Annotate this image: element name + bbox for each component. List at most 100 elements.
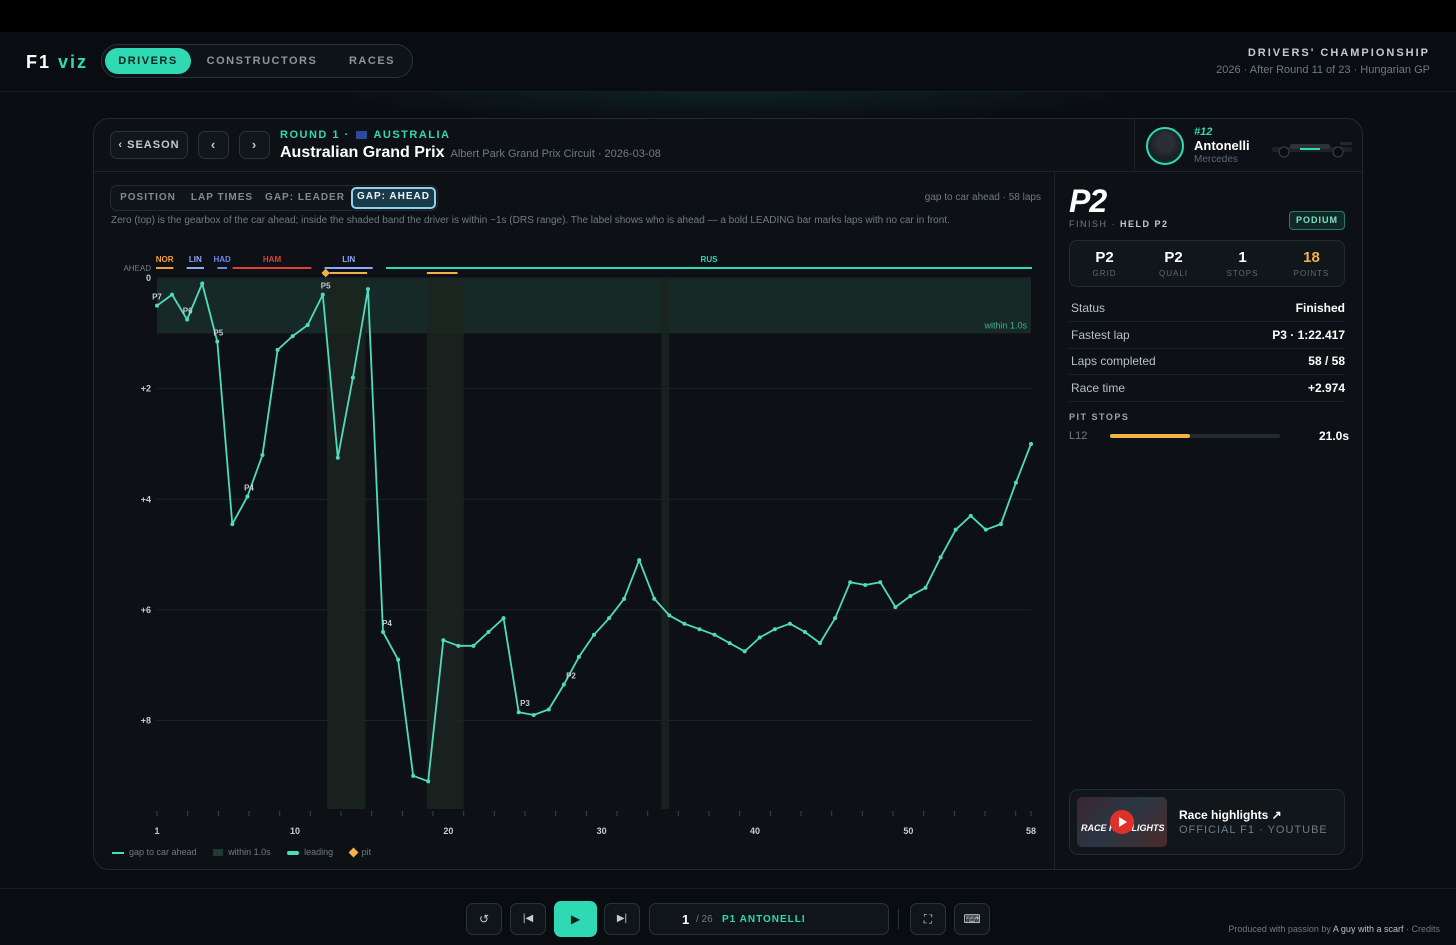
main-nav: DRIVERS CONSTRUCTORS RACES [101,44,413,78]
finish-label: FINISH · HELD P2 [1069,219,1169,229]
avatar [1146,127,1184,165]
legend-leading: leading [304,847,334,857]
gap-point [968,513,973,518]
ahead-label: HAM [263,255,282,264]
gap-point [546,707,551,712]
highlights-title[interactable]: Race highlights ↗ [1179,808,1282,822]
position-label: P3 [520,699,530,708]
nav-constructors[interactable]: CONSTRUCTORS [197,48,327,74]
highlights-thumbnail[interactable]: RACE HIGHLIGHTS [1077,797,1167,847]
gap-point [863,582,868,587]
pit-marker [321,268,330,278]
gap-point [260,453,265,457]
australia-flag-icon [356,131,368,140]
x-tick-label: 40 [750,826,760,836]
logo[interactable]: F1 viz [26,52,88,73]
gap-point [637,558,642,563]
y-tick-label: +6 [141,605,151,615]
pit-stops-title: PIT STOPS [1069,412,1130,422]
gap-point [682,621,687,626]
gap-point [848,580,853,585]
gap-point [622,596,627,601]
gap-point [742,649,747,654]
gap-point [1029,441,1033,446]
gap-point [908,594,913,599]
x-tick-label: 10 [290,826,300,836]
gap-point [893,605,898,610]
fullscreen-button[interactable]: ⛶ [910,903,946,935]
prev-race-button[interactable]: ‹ [198,131,229,159]
nav-races[interactable]: RACES [334,48,410,74]
legend-pit-icon [348,847,359,858]
x-tick-label: 50 [903,826,913,836]
position-label: P2 [566,672,576,681]
gap-point [185,317,190,322]
step-forward-icon: ▶| [616,913,628,924]
restart-button[interactable]: ↺ [466,903,502,935]
gap-point [381,630,386,634]
gap-point [802,630,807,634]
credits-link[interactable]: · Credits [1406,924,1440,934]
gap-point [396,657,401,662]
gap-point [983,527,988,532]
season-button[interactable]: ‹ SEASON [110,131,188,159]
gap-point [576,654,581,659]
gap-point [878,580,883,585]
race-highlights-card[interactable]: RACE HIGHLIGHTS Race highlights ↗ OFFICI… [1069,789,1345,855]
gap-point [561,682,566,687]
championship-title: DRIVERS' CHAMPIONSHIP [1247,47,1430,59]
legend-gap: gap to car ahead [129,847,197,857]
highlights-subtitle: OFFICIAL F1 · YOUTUBE [1179,824,1328,836]
y-axis-top-label: AHEAD [123,264,151,273]
current-step: 1 [682,912,690,927]
youtube-play-icon[interactable] [1110,810,1134,834]
tab-lap-times[interactable]: LAP TIMES [187,188,257,208]
position-label: P6 [183,306,193,315]
x-tick-label: 1 [154,826,159,836]
driver-header: #12 Antonelli Mercedes [1146,125,1356,167]
tab-gap-leader[interactable]: GAP: LEADER [263,188,347,208]
legend-pit: pit [361,847,372,857]
keyboard-button[interactable]: ⌨ [954,903,990,935]
ahead-label: LIN [189,255,202,264]
gap-point [290,334,295,339]
play-icon: ▶ [570,912,581,926]
total-steps: / 26 [696,914,713,925]
tab-gap-ahead[interactable]: GAP: AHEAD [351,187,436,209]
stat-stops: 1 STOPS [1226,249,1259,278]
driver-name: Antonelli [1194,138,1250,153]
gap-point [727,641,732,646]
position-label: P4 [382,619,392,628]
gap-point [245,494,250,499]
legend-band-icon [213,849,224,857]
credit-author[interactable]: A guy with a scarf [1333,924,1404,934]
round-label: ROUND 1 · AUSTRALIA [280,129,451,141]
pit-shade [661,278,670,809]
tab-position[interactable]: POSITION [115,188,181,208]
fullscreen-icon: ⛶ [923,912,933,926]
ahead-label: RUS [701,255,719,264]
header-divider [1134,119,1135,171]
gap-point [667,613,672,618]
gap-point [365,287,370,292]
gap-point [757,635,762,640]
gap-point [607,616,612,621]
gap-point [215,339,220,344]
legend-line-icon [112,851,124,854]
pit-lap: L12 [1069,430,1088,442]
credits: Produced with passion by A guy with a sc… [1228,924,1440,934]
top-black-bar [0,0,1456,32]
stat-quali: P2 QUALI [1158,249,1188,278]
gap-point [998,522,1003,527]
gap-point [501,616,506,621]
step-forward-button[interactable]: ▶| [604,903,640,935]
held-label: HELD P2 [1120,219,1169,229]
gap-point [426,779,431,784]
gap-point [320,292,325,297]
player-bar: ↺ |◀ ▶ ▶| 1 / 26 P1 ANTONELLI ⛶ ⌨ Produc… [0,888,1456,945]
nav-drivers[interactable]: DRIVERS [105,48,191,74]
car-icon [1272,142,1352,158]
step-back-button[interactable]: |◀ [510,903,546,935]
next-race-button[interactable]: › [239,131,270,159]
play-button[interactable]: ▶ [554,901,597,937]
